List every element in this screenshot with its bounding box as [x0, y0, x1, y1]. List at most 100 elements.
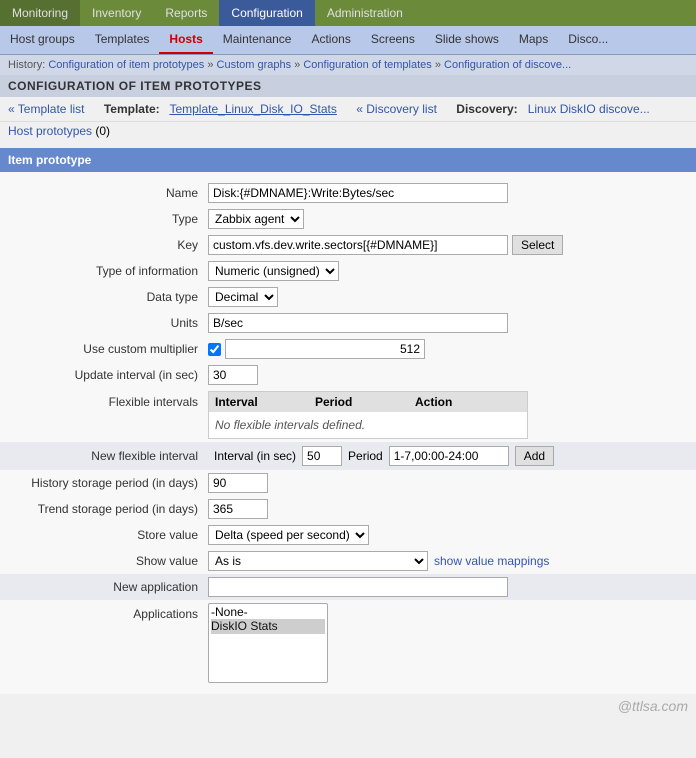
new-flex-interval-input[interactable]: [302, 446, 342, 466]
nav2-screens[interactable]: Screens: [361, 26, 425, 54]
show-value-mappings-link[interactable]: show value mappings: [434, 554, 549, 568]
key-row: Key Select: [0, 232, 696, 258]
breadcrumb-item-1[interactable]: Configuration of item prototypes: [48, 59, 204, 71]
store-value-row: Store value Delta (speed per second): [0, 522, 696, 548]
nav-configuration[interactable]: Configuration: [219, 0, 314, 26]
custom-mult-checkbox[interactable]: [208, 343, 221, 356]
data-type-row: Data type Decimal: [0, 284, 696, 310]
nav-monitoring[interactable]: Monitoring: [0, 0, 80, 26]
flex-table-header: Interval Period Action: [209, 392, 527, 412]
new-flex-period-input[interactable]: [389, 446, 509, 466]
nav2-maps[interactable]: Maps: [509, 26, 558, 54]
update-interval-value-cell: [208, 365, 688, 385]
breadcrumb: History: Configuration of item prototype…: [0, 55, 696, 75]
flex-table-body: No flexible intervals defined.: [209, 412, 527, 438]
trend-label: Trend storage period (in days): [8, 502, 208, 516]
top-nav: Monitoring Inventory Reports Configurati…: [0, 0, 696, 26]
flex-intervals-label: Flexible intervals: [8, 391, 208, 409]
host-proto-count: (0): [95, 124, 110, 138]
trend-row: Trend storage period (in days): [0, 496, 696, 522]
update-interval-row: Update interval (in sec): [0, 362, 696, 388]
nav-inventory[interactable]: Inventory: [80, 0, 153, 26]
nav2-disco[interactable]: Disco...: [558, 26, 618, 54]
trend-value-cell: [208, 499, 688, 519]
history-label: History storage period (in days): [8, 476, 208, 490]
host-proto-link[interactable]: Host prototypes: [8, 124, 92, 138]
type-info-select[interactable]: Numeric (unsigned): [208, 261, 339, 281]
type-info-row: Type of information Numeric (unsigned): [0, 258, 696, 284]
new-flex-period-label: Period: [348, 449, 383, 463]
history-row: History storage period (in days): [0, 470, 696, 496]
apps-row: Applications -None- DiskIO Stats: [0, 600, 696, 686]
data-type-select[interactable]: Decimal: [208, 287, 278, 307]
flex-intervals-table-cell: Interval Period Action No flexible inter…: [208, 391, 688, 439]
name-value-cell: [208, 183, 688, 203]
nav2-actions[interactable]: Actions: [301, 26, 360, 54]
flex-col-interval: Interval: [215, 395, 315, 409]
template-line: « Template list Template: Template_Linux…: [0, 97, 696, 122]
new-app-value-cell: [208, 577, 688, 597]
flex-col-period: Period: [315, 395, 415, 409]
custom-mult-label: Use custom multiplier: [8, 342, 208, 356]
template-prefix: Template:: [104, 102, 160, 116]
update-interval-label: Update interval (in sec): [8, 368, 208, 382]
key-label: Key: [8, 238, 208, 252]
name-input[interactable]: [208, 183, 508, 203]
breadcrumb-item-2[interactable]: Custom graphs: [217, 59, 292, 71]
key-input[interactable]: [208, 235, 508, 255]
breadcrumb-item-4[interactable]: Configuration of discove...: [444, 59, 571, 71]
custom-mult-row: Use custom multiplier: [0, 336, 696, 362]
nav2-hosts[interactable]: Hosts: [159, 26, 212, 54]
show-value-inner: As is show value mappings: [208, 551, 688, 571]
template-list-link[interactable]: « Template list: [8, 102, 84, 116]
store-value-select[interactable]: Delta (speed per second): [208, 525, 369, 545]
nav2-maintenance[interactable]: Maintenance: [213, 26, 302, 54]
app-option-diskio: DiskIO Stats: [211, 619, 325, 633]
discovery-prefix: Discovery:: [456, 102, 517, 116]
key-select-button[interactable]: Select: [512, 235, 563, 255]
new-app-input[interactable]: [208, 577, 508, 597]
show-value-row: Show value As is show value mappings: [0, 548, 696, 574]
new-flex-row: New flexible interval Interval (in sec) …: [0, 442, 696, 470]
discovery-name-link[interactable]: Linux DiskIO discove...: [528, 102, 650, 116]
name-label: Name: [8, 186, 208, 200]
flex-empty-msg: No flexible intervals defined.: [215, 418, 365, 432]
nav2-templates[interactable]: Templates: [85, 26, 160, 54]
data-type-label: Data type: [8, 290, 208, 304]
page-title-bar: CONFIGURATION OF ITEM PROTOTYPES: [0, 75, 696, 97]
flex-intervals-row: Flexible intervals Interval Period Actio…: [0, 388, 696, 442]
nav2-host-groups[interactable]: Host groups: [0, 26, 85, 54]
form-area: Name Type Zabbix agent Key Select Type o…: [0, 172, 696, 694]
show-value-label: Show value: [8, 554, 208, 568]
nav-reports[interactable]: Reports: [153, 0, 219, 26]
apps-select[interactable]: -None- DiskIO Stats: [208, 603, 328, 683]
apps-label: Applications: [8, 603, 208, 621]
new-flex-add-button[interactable]: Add: [515, 446, 554, 466]
type-row: Type Zabbix agent: [0, 206, 696, 232]
watermark: @ttlsa.com: [0, 694, 696, 718]
show-value-select[interactable]: As is: [208, 551, 428, 571]
data-type-value-cell: Decimal: [208, 287, 688, 307]
host-proto-line: Host prototypes (0): [0, 122, 696, 142]
units-row: Units: [0, 310, 696, 336]
type-value-cell: Zabbix agent: [208, 209, 688, 229]
key-input-row: Select: [208, 235, 688, 255]
breadcrumb-item-3[interactable]: Configuration of templates: [303, 59, 431, 71]
type-select[interactable]: Zabbix agent: [208, 209, 304, 229]
custom-mult-input[interactable]: [225, 339, 425, 359]
page-title: CONFIGURATION OF ITEM PROTOTYPES: [8, 79, 262, 93]
history-input[interactable]: [208, 473, 268, 493]
nav-administration[interactable]: Administration: [315, 0, 415, 26]
apps-value-cell: -None- DiskIO Stats: [208, 603, 688, 683]
update-interval-input[interactable]: [208, 365, 258, 385]
section-header: Item prototype: [0, 148, 696, 172]
nav2-slideshows[interactable]: Slide shows: [425, 26, 509, 54]
store-value-label: Store value: [8, 528, 208, 542]
name-row: Name: [0, 180, 696, 206]
units-value-cell: [208, 313, 688, 333]
discovery-list-link[interactable]: « Discovery list: [356, 102, 437, 116]
watermark-text: @ttlsa.com: [618, 698, 688, 714]
trend-input[interactable]: [208, 499, 268, 519]
template-name-link[interactable]: Template_Linux_Disk_IO_Stats: [169, 102, 336, 116]
units-input[interactable]: [208, 313, 508, 333]
